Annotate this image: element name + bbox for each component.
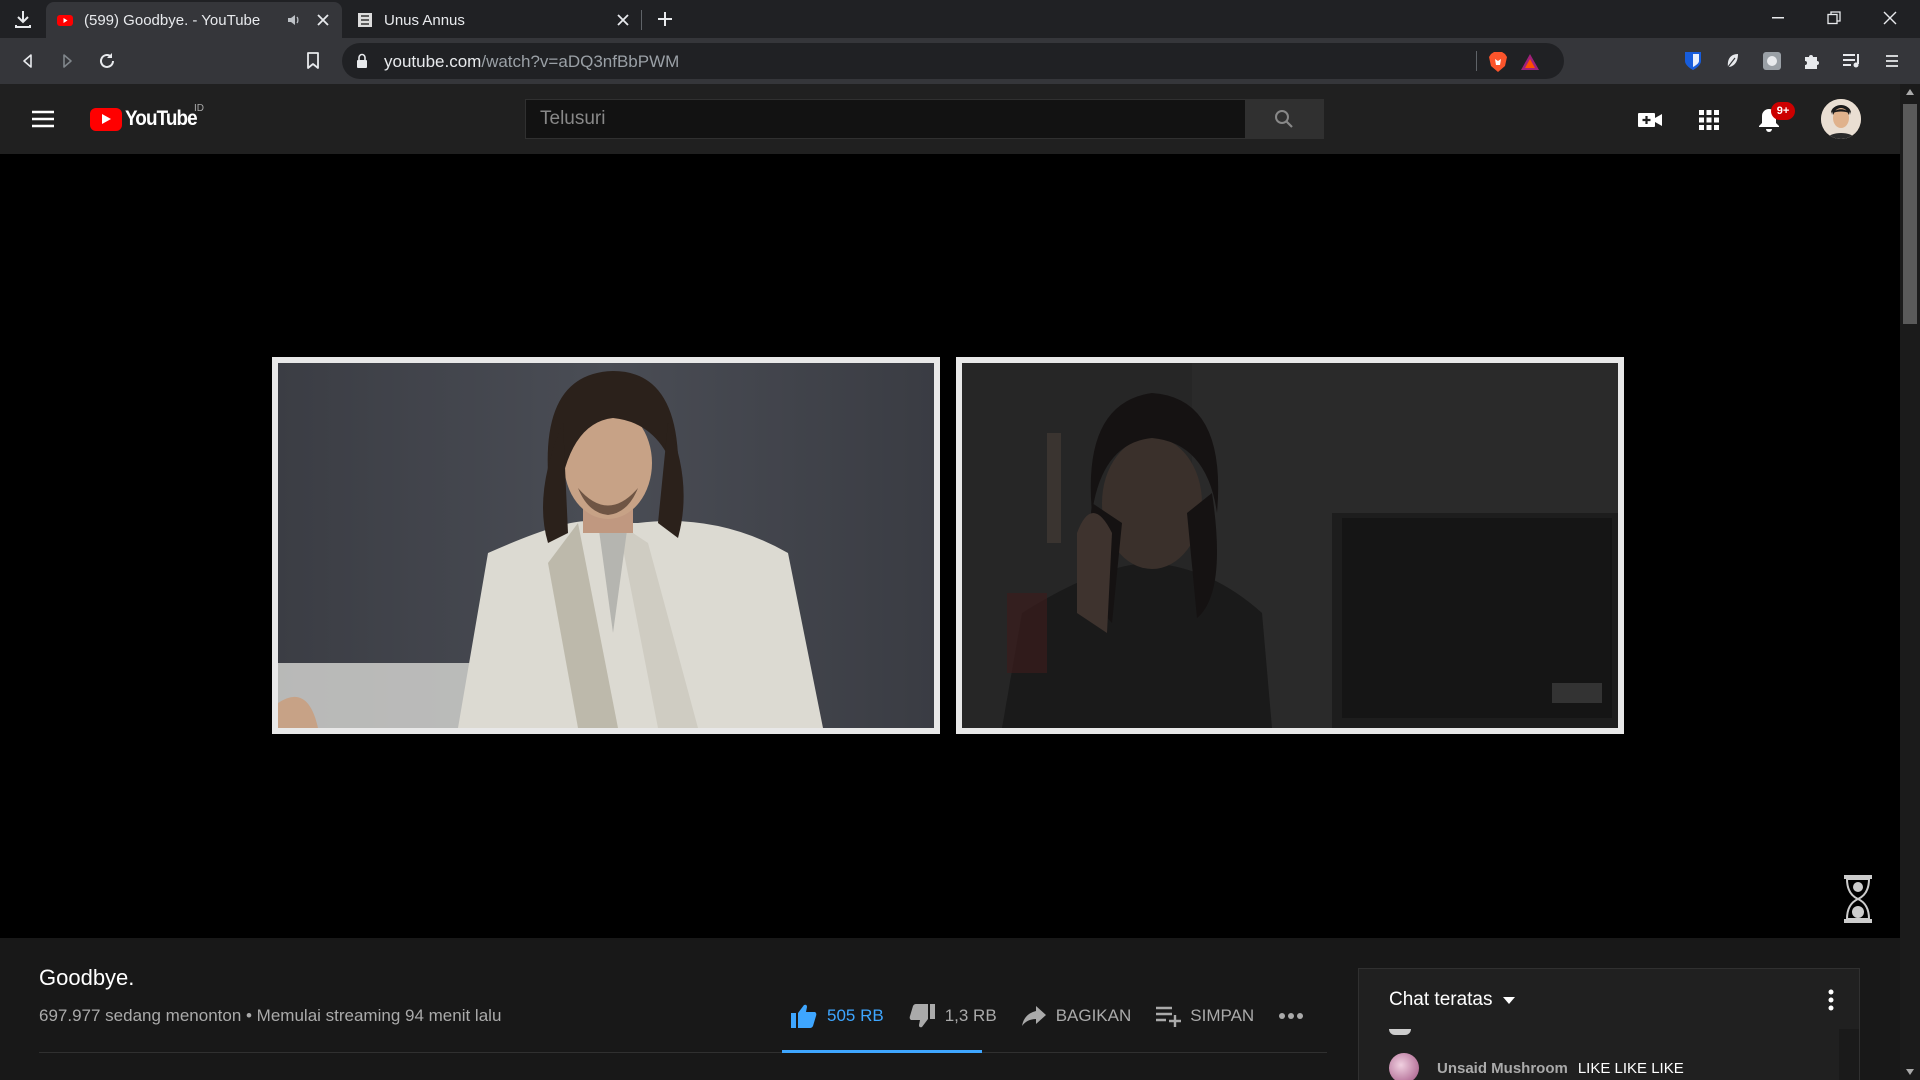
chat-author-name[interactable]: Unsaid Mushroom: [1437, 1060, 1568, 1077]
page-scrollbar[interactable]: [1900, 84, 1920, 1080]
search-icon: [1275, 110, 1294, 128]
download-icon[interactable]: [10, 6, 36, 32]
search-input[interactable]: [525, 99, 1245, 139]
more-horizontal-icon: [1279, 1013, 1304, 1019]
url-text[interactable]: youtube.com/watch?v=aDQ3nfBbPWM: [384, 52, 679, 72]
scroll-down-arrow-icon[interactable]: [1905, 1068, 1915, 1076]
youtube-play-logo-icon: [90, 107, 122, 131]
live-chat-panel: Chat teratas Unsaid Mushroom LIKE LIKE L…: [1358, 968, 1860, 1080]
info-divider: [39, 1052, 1327, 1053]
browser-menu-icon[interactable]: [1878, 47, 1906, 75]
dropdown-caret-icon: [1502, 996, 1515, 1004]
video-frame-left: [272, 357, 940, 734]
tab-unus-annus[interactable]: Unus Annus: [346, 2, 642, 38]
youtube-favicon-icon: [57, 15, 73, 26]
url-host: youtube.com: [384, 52, 482, 71]
video-viewers-meta: 697.977 sedang menonton • Memulai stream…: [39, 1006, 502, 1025]
extension-leaf-icon[interactable]: [1719, 47, 1747, 75]
brave-rewards-icon[interactable]: [1518, 50, 1542, 74]
chat-mode-label: Chat teratas: [1389, 989, 1493, 1010]
search-box: [525, 99, 1324, 139]
playlist-add-icon: [1156, 1006, 1182, 1027]
chat-more-options-icon[interactable]: [1821, 987, 1841, 1013]
extension-square-icon[interactable]: [1758, 47, 1786, 75]
like-ratio-bar: [782, 1050, 982, 1053]
video-player[interactable]: [0, 154, 1900, 938]
brave-shields-icon[interactable]: [1486, 50, 1510, 74]
tab-close-icon[interactable]: [314, 11, 332, 29]
guide-menu-icon[interactable]: [30, 106, 58, 132]
unus-annus-favicon-icon: [358, 13, 372, 27]
search-button[interactable]: [1244, 99, 1324, 139]
like-button[interactable]: 505 RB: [790, 1003, 884, 1029]
dislike-button[interactable]: 1,3 RB: [908, 1003, 997, 1029]
video-still-right: [962, 363, 1618, 728]
video-actions: 505 RB 1,3 RB BAGIKAN SIMPAN: [790, 996, 1337, 1036]
tab-title: (599) Goodbye. - YouTube: [84, 11, 261, 29]
thumbs-up-icon: [791, 1004, 817, 1028]
bookmark-icon[interactable]: [299, 47, 327, 75]
account-avatar[interactable]: [1821, 99, 1861, 139]
save-button[interactable]: SIMPAN: [1155, 1005, 1254, 1027]
chat-message[interactable]: Unsaid Mushroom LIKE LIKE LIKE: [1389, 1053, 1684, 1080]
youtube-wordmark: YouTube: [125, 107, 198, 130]
omnibox-separator: [1476, 51, 1477, 71]
back-icon[interactable]: [14, 47, 42, 75]
reload-icon[interactable]: [93, 47, 121, 75]
video-info-section: Goodbye. 697.977 sedang menonton • Memul…: [0, 938, 1900, 1080]
tab-youtube[interactable]: (599) Goodbye. - YouTube: [46, 2, 342, 38]
thumbs-down-icon: [909, 1004, 935, 1028]
bitwarden-extension-icon[interactable]: [1679, 47, 1707, 75]
share-label: BAGIKAN: [1055, 1006, 1132, 1025]
scrollbar-thumb[interactable]: [1903, 104, 1917, 324]
scroll-up-arrow-icon[interactable]: [1905, 88, 1915, 96]
chat-mode-dropdown[interactable]: Chat teratas: [1389, 989, 1515, 1011]
save-label: SIMPAN: [1190, 1006, 1255, 1025]
chat-author-avatar[interactable]: [1389, 1053, 1419, 1080]
channel-watermark-hourglass-icon[interactable]: [1840, 874, 1876, 924]
share-button[interactable]: BAGIKAN: [1021, 1005, 1132, 1027]
create-video-icon[interactable]: [1634, 104, 1666, 136]
notification-count-badge: 9+: [1771, 102, 1795, 120]
region-code: ID: [194, 103, 204, 114]
tab-divider: [641, 10, 642, 30]
more-actions-button[interactable]: [1278, 1012, 1313, 1020]
apps-grid-icon[interactable]: [1693, 104, 1725, 136]
chat-scrollbar[interactable]: [1839, 1029, 1859, 1080]
share-arrow-icon: [1021, 1006, 1046, 1026]
audio-playing-icon[interactable]: [286, 12, 302, 28]
close-window-icon[interactable]: [1862, 0, 1918, 36]
restore-window-icon[interactable]: [1806, 0, 1862, 36]
tab-title: Unus Annus: [384, 11, 465, 29]
extensions-puzzle-icon[interactable]: [1798, 47, 1826, 75]
tab-close-icon[interactable]: [614, 11, 632, 29]
new-tab-plus-icon[interactable]: [652, 6, 678, 32]
youtube-header: YouTube ID 9+: [0, 84, 1900, 154]
minimize-window-icon[interactable]: [1750, 0, 1806, 36]
video-still-left: [278, 363, 934, 728]
media-playlist-icon[interactable]: [1838, 47, 1866, 75]
forward-icon[interactable]: [53, 47, 81, 75]
like-count: 505 RB: [827, 1006, 884, 1025]
url-path: /watch?v=aDQ3nfBbPWM: [481, 52, 680, 71]
browser-toolbar: youtube.com/watch?v=aDQ3nfBbPWM: [0, 38, 1920, 84]
notifications-button[interactable]: 9+: [1753, 102, 1795, 136]
chat-message-text: LIKE LIKE LIKE: [1577, 1059, 1684, 1077]
video-title: Goodbye.: [39, 965, 135, 990]
address-bar[interactable]: youtube.com/watch?v=aDQ3nfBbPWM: [342, 43, 1564, 79]
dislike-count: 1,3 RB: [944, 1006, 997, 1025]
browser-tab-strip: (599) Goodbye. - YouTube Unus Annus: [0, 0, 1920, 38]
video-frame-right: [956, 357, 1624, 734]
youtube-logo[interactable]: YouTube ID: [90, 103, 205, 133]
lock-icon[interactable]: [356, 53, 368, 69]
chat-previous-avatar-partial: [1389, 1029, 1411, 1035]
